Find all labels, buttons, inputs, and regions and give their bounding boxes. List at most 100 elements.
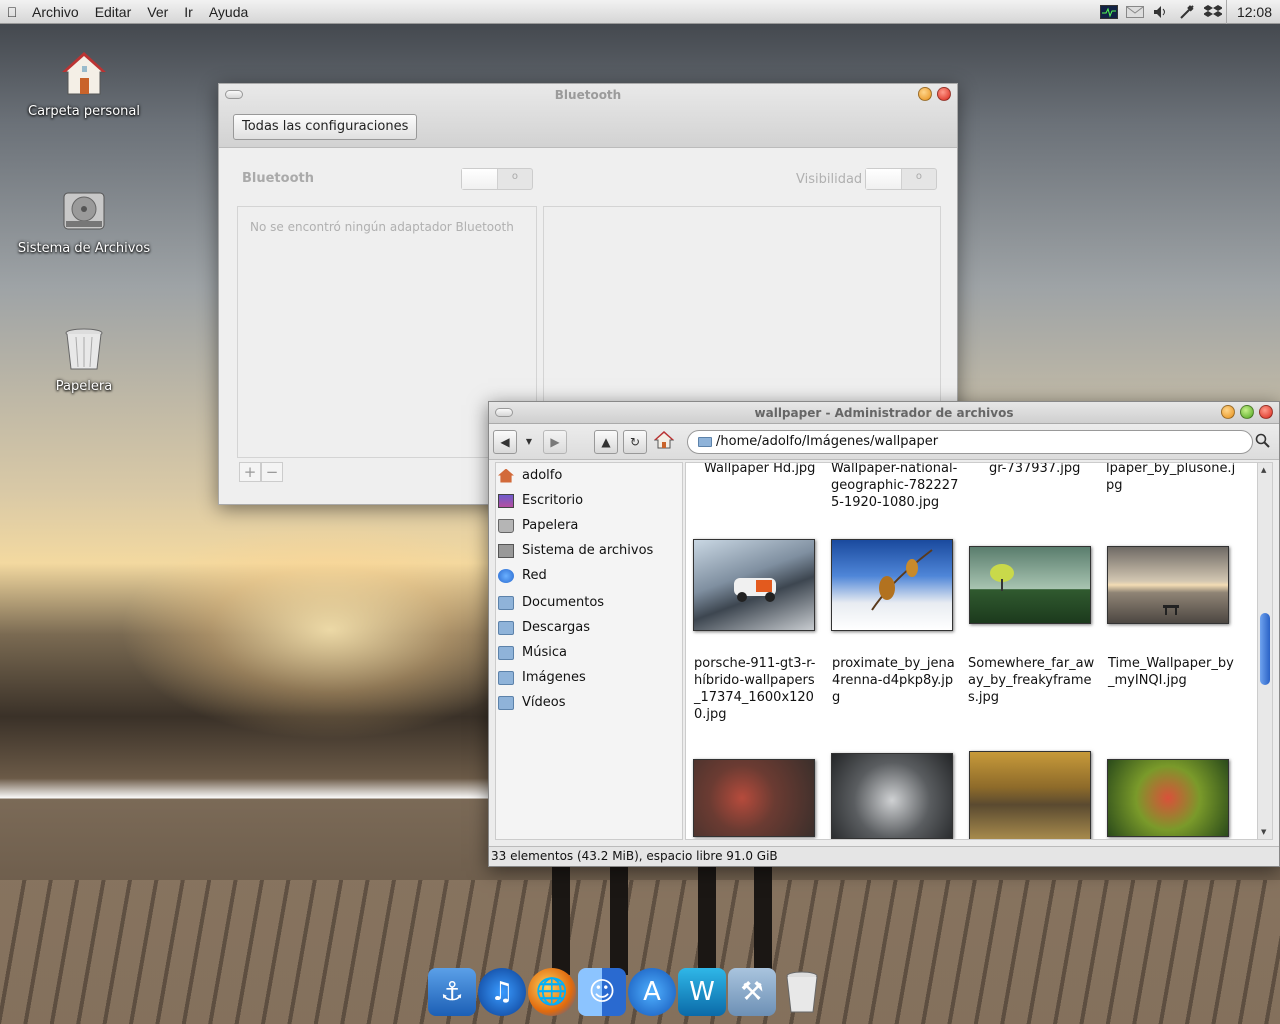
sidebar-item-escritorio[interactable]: Escritorio [496, 488, 682, 513]
sidebar-item-red[interactable]: Red [496, 563, 682, 588]
network-icon [498, 568, 514, 583]
file-label[interactable]: Somewhere_far_away_by_freakyframes.jpg [968, 655, 1098, 706]
volume-icon[interactable] [1148, 0, 1174, 24]
thumbnail-flower[interactable] [831, 753, 953, 839]
home-button[interactable] [652, 430, 676, 454]
sidebar-item-imagenes[interactable]: Imágenes [496, 665, 682, 690]
visibility-label: Visibilidad [796, 172, 863, 187]
sidebar-item-label: Descargas [522, 620, 591, 635]
bluetooth-toggle[interactable]: o [461, 168, 533, 190]
thumbnail-leaf[interactable] [693, 759, 815, 837]
scroll-up-arrow[interactable]: ▲ [1261, 466, 1266, 474]
wallpaper-pier-legs [548, 865, 778, 975]
sidebar-item-sistema[interactable]: Sistema de archivos [496, 538, 682, 563]
thumbnail-leaves[interactable] [1107, 759, 1229, 837]
add-device-button[interactable]: + [239, 462, 261, 482]
dock: ⚓ ♫ 🌐 ☺ A W ⚒ [428, 966, 852, 1016]
minimize-button[interactable] [918, 87, 932, 101]
menu-editar[interactable]: Editar [87, 4, 140, 20]
finder-icon[interactable]: ☺ [578, 968, 626, 1016]
music-icon[interactable]: ♫ [478, 968, 526, 1016]
thumbnail-porsche[interactable] [693, 539, 815, 631]
close-button[interactable] [1259, 405, 1273, 419]
desktop-icon-filesystem[interactable]: Sistema de Archivos [14, 187, 154, 256]
sidebar-item-papelera[interactable]: Papelera [496, 513, 682, 538]
sidebar-item-label: Imágenes [522, 670, 586, 685]
network-plug-icon[interactable] [1174, 0, 1200, 24]
sidebar-item-documentos[interactable]: Documentos [496, 590, 682, 615]
back-button[interactable]: ◀ [493, 430, 517, 454]
browser-icon[interactable]: 🌐 [528, 968, 576, 1016]
visibility-toggle[interactable]: o [865, 168, 937, 190]
scrollbar-thumb[interactable] [1260, 613, 1270, 685]
thumbnail-time[interactable] [1107, 546, 1229, 624]
file-label[interactable]: Time_Wallpaper_by_myINQI.jpg [1108, 655, 1234, 689]
file-label[interactable]: gr-737937.jpg [989, 463, 1119, 477]
clock[interactable]: 12:08 [1225, 0, 1280, 24]
trash-icon[interactable] [778, 968, 826, 1016]
thumbnail-somewhere[interactable] [969, 546, 1091, 624]
sidebar-item-videos[interactable]: Vídeos [496, 690, 682, 715]
reload-button[interactable]: ↻ [623, 430, 647, 454]
sidebar-item-label: Vídeos [522, 695, 566, 710]
desktop-icon-label: Papelera [55, 379, 113, 394]
menu-ir[interactable]: Ir [176, 4, 201, 20]
file-label[interactable]: lpaper_by_plusone.jpg [1106, 463, 1236, 494]
trash-icon [60, 325, 108, 373]
file-label[interactable]: Wallpaper-national-geographic-7822275-19… [831, 463, 961, 511]
sidebar-item-descargas[interactable]: Descargas [496, 615, 682, 640]
file-manager-titlebar[interactable]: wallpaper - Administrador de archivos [489, 402, 1279, 424]
menu-archivo[interactable]: Archivo [24, 4, 87, 20]
folder-icon [698, 437, 712, 447]
folder-icon [498, 595, 514, 610]
bluetooth-titlebar[interactable]: Bluetooth Todas las configuraciones [219, 84, 957, 148]
top-panel:  Archivo Editar Ver Ir Ayuda 12:08 [0, 0, 1280, 24]
window-controls [918, 87, 951, 101]
dropbox-icon[interactable] [1200, 0, 1226, 24]
mail-icon[interactable] [1122, 0, 1148, 24]
wallpaper-sun-glow [120, 520, 540, 740]
file-label[interactable]: porsche-911-gt3-r-híbrido-wallpapers_173… [694, 655, 820, 723]
minimize-button[interactable] [1221, 405, 1235, 419]
sidebar-item-label: adolfo [522, 468, 563, 483]
desktop-icon-home[interactable]: Carpeta personal [14, 50, 154, 119]
sidebar-item-musica[interactable]: Música [496, 640, 682, 665]
empty-message: No se encontró ningún adaptador Bluetoot… [250, 220, 514, 234]
close-button[interactable] [937, 87, 951, 101]
folder-icon [498, 620, 514, 635]
file-label[interactable]: Wallpaper Hd.jpg [704, 463, 834, 477]
vertical-scrollbar[interactable]: ▲ ▼ [1257, 462, 1273, 840]
sidebar-item-adolfo[interactable]: adolfo [496, 463, 682, 488]
remove-device-button[interactable]: − [261, 462, 283, 482]
folder-icon [498, 670, 514, 685]
window-title: Bluetooth [554, 88, 622, 102]
sidebar-item-label: Documentos [522, 595, 605, 610]
system-monitor-icon[interactable] [1096, 0, 1122, 24]
menu-ver[interactable]: Ver [139, 4, 176, 20]
sidebar-item-label: Escritorio [522, 493, 584, 508]
thumbnail-forest[interactable] [969, 751, 1091, 839]
up-button[interactable]: ▲ [594, 430, 618, 454]
desktop-icon-label: Carpeta personal [28, 104, 140, 119]
apple-menu-icon[interactable]:  [0, 4, 24, 20]
search-icon[interactable] [1255, 433, 1271, 449]
forward-button[interactable]: ▶ [543, 430, 567, 454]
location-path: /home/adolfo/Imágenes/wallpaper [716, 434, 939, 449]
tools-folder-icon[interactable]: ⚒ [728, 968, 776, 1016]
all-settings-button[interactable]: Todas las configuraciones [233, 114, 418, 140]
desktop-icon-trash[interactable]: Papelera [14, 325, 154, 394]
sidebar: adolfo Escritorio Papelera Sistema de ar… [495, 462, 683, 840]
file-label[interactable]: proximate_by_jena4renna-d4pkp8y.jpg [832, 655, 958, 706]
desktop-icon-label: Sistema de Archivos [17, 241, 151, 256]
menu-ayuda[interactable]: Ayuda [201, 4, 256, 20]
word-icon[interactable]: W [678, 968, 726, 1016]
file-grid[interactable]: Wallpaper Hd.jpg Wallpaper-national-geog… [685, 462, 1259, 840]
sidebar-item-label: Red [522, 568, 547, 583]
location-bar[interactable]: /home/adolfo/Imágenes/wallpaper [687, 430, 1253, 454]
thumbnail-proximate[interactable] [831, 539, 953, 631]
maximize-button[interactable] [1240, 405, 1254, 419]
back-history-dropdown[interactable]: ▼ [521, 430, 537, 454]
app-store-icon[interactable]: A [628, 968, 676, 1016]
anchor-icon[interactable]: ⚓ [428, 968, 476, 1016]
scroll-down-arrow[interactable]: ▼ [1261, 828, 1266, 836]
